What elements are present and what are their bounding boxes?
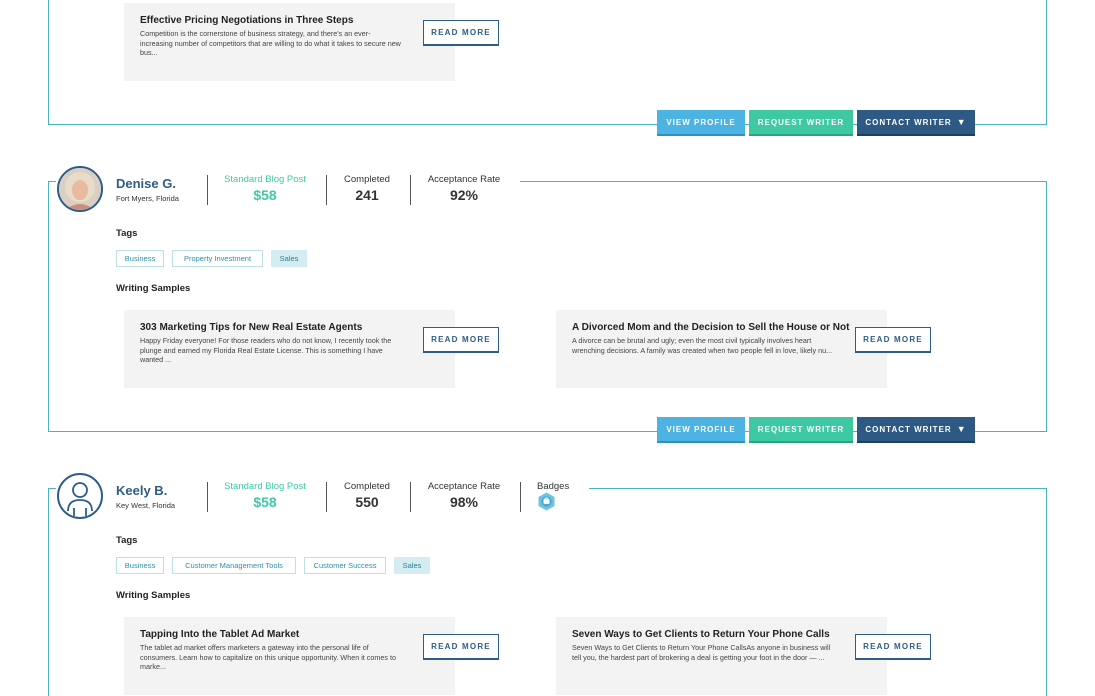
- caret-down-icon: ▼: [956, 424, 967, 434]
- request-writer-button[interactable]: REQUEST WRITER: [749, 110, 853, 136]
- read-more-button[interactable]: READ MORE: [423, 634, 499, 660]
- sample-excerpt: Competition is the cornerstone of busine…: [140, 29, 401, 57]
- card-border-top-right: [589, 488, 1047, 489]
- tags-heading: Tags: [116, 228, 138, 239]
- acceptance-label: Acceptance Rate: [427, 174, 501, 185]
- avatar[interactable]: [57, 473, 103, 519]
- stat-divider: [410, 175, 411, 205]
- contact-writer-button[interactable]: CONTACT WRITER ▼: [857, 110, 975, 136]
- card-border-right: [1046, 488, 1047, 696]
- stat-divider: [207, 175, 208, 205]
- tag-customer-management-tools[interactable]: Customer Management Tools: [172, 557, 296, 574]
- tag-sales[interactable]: Sales: [394, 557, 430, 574]
- card-border-top-left: [48, 488, 56, 489]
- completed-value: 550: [355, 494, 379, 510]
- card-border-left: [48, 181, 49, 432]
- contact-writer-label: CONTACT WRITER: [865, 424, 952, 434]
- card-border-left: [48, 0, 49, 124]
- tag-property-investment[interactable]: Property Investment: [172, 250, 263, 267]
- tags-heading: Tags: [116, 535, 138, 546]
- sample-excerpt: Seven Ways to Get Clients to Return Your…: [572, 643, 831, 662]
- view-profile-button[interactable]: VIEW PROFILE: [657, 110, 745, 136]
- stat-divider: [410, 482, 411, 512]
- sample-excerpt: Happy Friday everyone! For those readers…: [140, 336, 392, 364]
- acceptance-value: 92%: [449, 187, 479, 203]
- card-border-top-right: [520, 181, 1047, 182]
- stat-divider: [207, 482, 208, 512]
- sample-title: 303 Marketing Tips for New Real Estate A…: [140, 322, 363, 333]
- writing-sample-card: Effective Pricing Negotiations in Three …: [124, 3, 499, 81]
- tag-business[interactable]: Business: [116, 557, 164, 574]
- sample-title: A Divorced Mom and the Decision to Sell …: [572, 322, 850, 333]
- card-border-top-left: [48, 181, 56, 182]
- writer-name[interactable]: Denise G.: [116, 176, 176, 191]
- avatar[interactable]: [57, 166, 103, 212]
- caret-down-icon: ▼: [956, 117, 967, 127]
- read-more-button[interactable]: READ MORE: [423, 327, 499, 353]
- price-value: $58: [253, 187, 277, 203]
- writer-location: Fort Myers, Florida: [116, 194, 179, 203]
- card-border-right: [1046, 181, 1047, 432]
- card-border-left: [48, 488, 49, 696]
- price-label: Standard Blog Post: [224, 174, 306, 185]
- sample-title: Effective Pricing Negotiations in Three …: [140, 15, 354, 26]
- badges-label: Badges: [537, 481, 570, 492]
- completed-label: Completed: [344, 481, 390, 492]
- writing-sample-card: Tapping Into the Tablet Ad Market The ta…: [124, 617, 499, 695]
- contact-writer-button[interactable]: CONTACT WRITER ▼: [857, 417, 975, 443]
- acceptance-value: 98%: [449, 494, 479, 510]
- view-profile-button[interactable]: VIEW PROFILE: [657, 417, 745, 443]
- sample-excerpt: The tablet ad market offers marketers a …: [140, 643, 396, 671]
- user-placeholder-icon: [67, 482, 93, 517]
- stat-divider: [326, 175, 327, 205]
- read-more-button[interactable]: READ MORE: [855, 327, 931, 353]
- writing-sample-card: Seven Ways to Get Clients to Return Your…: [556, 617, 931, 695]
- price-value: $58: [253, 494, 277, 510]
- writing-sample-card: 303 Marketing Tips for New Real Estate A…: [124, 310, 499, 388]
- read-more-button[interactable]: READ MORE: [423, 20, 499, 46]
- tag-sales[interactable]: Sales: [271, 250, 307, 267]
- price-label: Standard Blog Post: [224, 481, 306, 492]
- tag-business[interactable]: Business: [116, 250, 164, 267]
- writing-sample-card: A Divorced Mom and the Decision to Sell …: [556, 310, 931, 388]
- stat-divider: [520, 482, 521, 512]
- tag-customer-success[interactable]: Customer Success: [304, 557, 386, 574]
- sample-excerpt: A divorce can be brutal and ugly; even t…: [572, 336, 833, 355]
- writing-samples-heading: Writing Samples: [116, 590, 191, 601]
- acceptance-label: Acceptance Rate: [427, 481, 501, 492]
- shopping-badge-icon[interactable]: [537, 492, 556, 511]
- sample-title: Tapping Into the Tablet Ad Market: [140, 629, 300, 640]
- writer-name[interactable]: Keely B.: [116, 483, 167, 498]
- completed-label: Completed: [344, 174, 390, 185]
- contact-writer-label: CONTACT WRITER: [865, 117, 952, 127]
- writing-samples-heading: Writing Samples: [116, 283, 191, 294]
- request-writer-button[interactable]: REQUEST WRITER: [749, 417, 853, 443]
- card-border-right: [1046, 0, 1047, 124]
- sample-title: Seven Ways to Get Clients to Return Your…: [572, 629, 830, 640]
- read-more-button[interactable]: READ MORE: [855, 634, 931, 660]
- writer-location: Key West, Florida: [116, 501, 176, 510]
- completed-value: 241: [355, 187, 379, 203]
- stat-divider: [326, 482, 327, 512]
